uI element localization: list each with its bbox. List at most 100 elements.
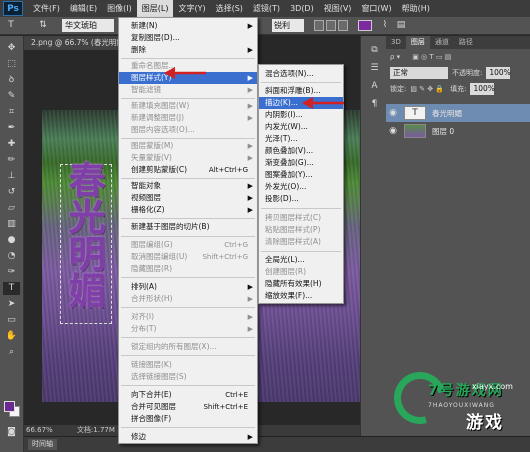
layer-row-image[interactable]: ◉ 图层 0 bbox=[386, 122, 530, 140]
menu-item-flatten-image[interactable]: 拼合图像(F) bbox=[119, 413, 257, 425]
menu-item-distribute[interactable]: 分布(T) ▶ bbox=[119, 323, 257, 335]
menu-item-scale-effects[interactable]: 缩放效果(F)... bbox=[259, 290, 343, 302]
menu-item-layer-mask[interactable]: 图层蒙版(M) ▶ bbox=[119, 140, 257, 152]
menu-item-delete[interactable]: 删除 ▶ bbox=[119, 44, 257, 56]
menu-item-merge-visible[interactable]: 合并可见图层 Shift+Ctrl+E bbox=[119, 401, 257, 413]
menu-item-outer-glow[interactable]: 外发光(O)... bbox=[259, 181, 343, 193]
menu-item-new-layer-based-slice[interactable]: 新建基于图层的切片(B) bbox=[119, 221, 257, 233]
menu-item-inner-glow[interactable]: 内发光(W)... bbox=[259, 121, 343, 133]
menu-item-select-linked-layers[interactable]: 选择链接图层(S) bbox=[119, 371, 257, 383]
menu-item-video-layer[interactable]: 视频图层 ▶ bbox=[119, 192, 257, 204]
healing-tool-icon[interactable]: ✚ bbox=[3, 138, 20, 151]
antialias-select[interactable]: 锐利 bbox=[272, 19, 304, 32]
menu-item-satin[interactable]: 光泽(T)... bbox=[259, 133, 343, 145]
menu-item-inner-shadow[interactable]: 内阴影(I)... bbox=[259, 109, 343, 121]
zoom-level[interactable]: 66.67% bbox=[26, 426, 53, 434]
menu-item-new-fill-layer[interactable]: 新建填充图层(W) ▶ bbox=[119, 100, 257, 112]
gradient-tool-icon[interactable]: ▥ bbox=[3, 218, 20, 231]
menu-3d[interactable]: 3D(D) bbox=[285, 0, 319, 17]
character-panel-icon-2[interactable]: A bbox=[366, 80, 383, 93]
layer-name[interactable]: 图层 0 bbox=[432, 126, 454, 137]
menu-item-align[interactable]: 对齐(I) ▶ bbox=[119, 311, 257, 323]
foreground-color-swatch[interactable] bbox=[4, 401, 15, 412]
move-tool-icon[interactable]: ✥ bbox=[3, 42, 20, 55]
pen-tool-icon[interactable]: ✑ bbox=[3, 266, 20, 279]
fill-input[interactable]: 100% bbox=[470, 83, 495, 95]
crop-tool-icon[interactable]: ⌗ bbox=[3, 106, 20, 119]
menu-item-gradient-overlay[interactable]: 渐变叠加(G)... bbox=[259, 157, 343, 169]
align-left-icon[interactable] bbox=[314, 20, 324, 31]
history-brush-tool-icon[interactable]: ↺ bbox=[3, 186, 20, 199]
hand-tool-icon[interactable]: ✋ bbox=[3, 330, 20, 343]
menu-image[interactable]: 图像(I) bbox=[102, 0, 137, 17]
menu-item-arrange[interactable]: 排列(A) ▶ bbox=[119, 281, 257, 293]
menu-item-link-layers[interactable]: 链接图层(K) bbox=[119, 359, 257, 371]
menu-item-matting[interactable]: 修边 ▶ bbox=[119, 431, 257, 443]
properties-panel-icon[interactable]: ☰ bbox=[366, 62, 383, 75]
menu-item-combine-shapes[interactable]: 合并形状(H) ▶ bbox=[119, 293, 257, 305]
tab-3d[interactable]: 3D bbox=[386, 36, 406, 49]
menu-select[interactable]: 选择(S) bbox=[211, 0, 248, 17]
menu-item-merge-down[interactable]: 向下合并(E) Ctrl+E bbox=[119, 389, 257, 401]
menu-item-color-overlay[interactable]: 颜色叠加(V)... bbox=[259, 145, 343, 157]
path-select-tool-icon[interactable]: ➤ bbox=[3, 298, 20, 311]
tab-layers[interactable]: 图层 bbox=[405, 36, 430, 49]
character-panel-icon[interactable]: ▤ bbox=[394, 19, 408, 32]
menu-item-copy-layer-style[interactable]: 拷贝图层样式(C) bbox=[259, 212, 343, 224]
menu-item-create-layer[interactable]: 创建图层(R) bbox=[259, 266, 343, 278]
tab-paths[interactable]: 路径 bbox=[454, 36, 478, 49]
paragraph-panel-icon[interactable]: ¶ bbox=[366, 98, 383, 111]
visibility-eye-icon[interactable]: ◉ bbox=[386, 126, 400, 136]
eyedropper-tool-icon[interactable]: ✒ bbox=[3, 122, 20, 135]
timeline-tab[interactable]: 时间轴 bbox=[28, 439, 57, 450]
menu-item-smart-object[interactable]: 智能对象 ▶ bbox=[119, 180, 257, 192]
quick-mask-icon[interactable]: ◙ bbox=[3, 426, 20, 439]
blend-mode-select[interactable]: 正常 bbox=[390, 67, 448, 79]
menu-item-smart-filter[interactable]: 智能滤镜 ▶ bbox=[119, 84, 257, 96]
opacity-input[interactable]: 100% bbox=[486, 67, 511, 79]
align-center-icon[interactable] bbox=[326, 20, 336, 31]
menu-item-global-light[interactable]: 全局光(L)... bbox=[259, 254, 343, 266]
visibility-eye-icon[interactable]: ◉ bbox=[386, 108, 400, 118]
menu-item-clear-layer-style[interactable]: 清除图层样式(A) bbox=[259, 236, 343, 248]
layer-row-text[interactable]: ◉ T 春光明媚 bbox=[386, 104, 530, 122]
menu-file[interactable]: 文件(F) bbox=[28, 0, 65, 17]
menu-item-drop-shadow[interactable]: 投影(D)... bbox=[259, 193, 343, 205]
brush-tool-icon[interactable]: ✏ bbox=[3, 154, 20, 167]
type-tool-selected-icon[interactable]: T bbox=[3, 282, 20, 295]
lasso-tool-icon[interactable]: ꝺ bbox=[3, 74, 20, 87]
menu-window[interactable]: 窗口(W) bbox=[356, 0, 396, 17]
tab-channels[interactable]: 通道 bbox=[430, 36, 454, 49]
layer-name[interactable]: 春光明媚 bbox=[432, 108, 462, 119]
menu-item-paste-layer-style[interactable]: 粘贴图层样式(P) bbox=[259, 224, 343, 236]
orientation-toggle-icon[interactable]: ⇅ bbox=[36, 19, 50, 32]
eraser-tool-icon[interactable]: ▱ bbox=[3, 202, 20, 215]
font-family-select[interactable]: 华文琥珀 bbox=[62, 19, 114, 32]
history-panel-icon[interactable]: ⧉ bbox=[366, 44, 383, 57]
menu-item-new-adjustment-layer[interactable]: 新建调整图层(J) ▶ bbox=[119, 112, 257, 124]
lock-icons[interactable]: ▨ ✎ ✥ 🔒 bbox=[410, 85, 444, 93]
text-color-swatch[interactable] bbox=[358, 20, 372, 31]
menu-item-lock-all-layers-in-group[interactable]: 锁定组内的所有图层(X)... bbox=[119, 341, 257, 353]
menu-item-new[interactable]: 新建(N) ▶ bbox=[119, 20, 257, 32]
menu-item-layer-content-options[interactable]: 图层内容选项(O)... bbox=[119, 124, 257, 136]
menu-help[interactable]: 帮助(H) bbox=[397, 0, 435, 17]
menu-item-duplicate-layer[interactable]: 复制图层(D)... bbox=[119, 32, 257, 44]
quick-select-tool-icon[interactable]: ✎ bbox=[3, 90, 20, 103]
menu-view[interactable]: 视图(V) bbox=[319, 0, 357, 17]
shape-tool-icon[interactable]: ▭ bbox=[3, 314, 20, 327]
filter-kind-icon[interactable]: ρ ▾ bbox=[390, 53, 400, 61]
menu-item-rasterize[interactable]: 栅格化(Z) ▶ bbox=[119, 204, 257, 216]
menu-item-hide-layers[interactable]: 隐藏图层(R) bbox=[119, 263, 257, 275]
filter-icons[interactable]: ▣ ◎ T ▭ ▤ bbox=[412, 53, 451, 61]
clone-stamp-tool-icon[interactable]: ⊥ bbox=[3, 170, 20, 183]
menu-filter[interactable]: 滤镜(T) bbox=[248, 0, 285, 17]
menu-item-vector-mask[interactable]: 矢量蒙版(V) ▶ bbox=[119, 152, 257, 164]
menu-item-pattern-overlay[interactable]: 图案叠加(Y)... bbox=[259, 169, 343, 181]
menu-type[interactable]: 文字(Y) bbox=[173, 0, 210, 17]
menu-item-blending-options[interactable]: 混合选项(N)... bbox=[259, 68, 343, 80]
blur-tool-icon[interactable]: ● bbox=[3, 234, 20, 247]
menu-edit[interactable]: 编辑(E) bbox=[65, 0, 102, 17]
menu-item-create-clipping-mask[interactable]: 创建剪贴蒙版(C) Alt+Ctrl+G bbox=[119, 164, 257, 176]
align-right-icon[interactable] bbox=[338, 20, 348, 31]
